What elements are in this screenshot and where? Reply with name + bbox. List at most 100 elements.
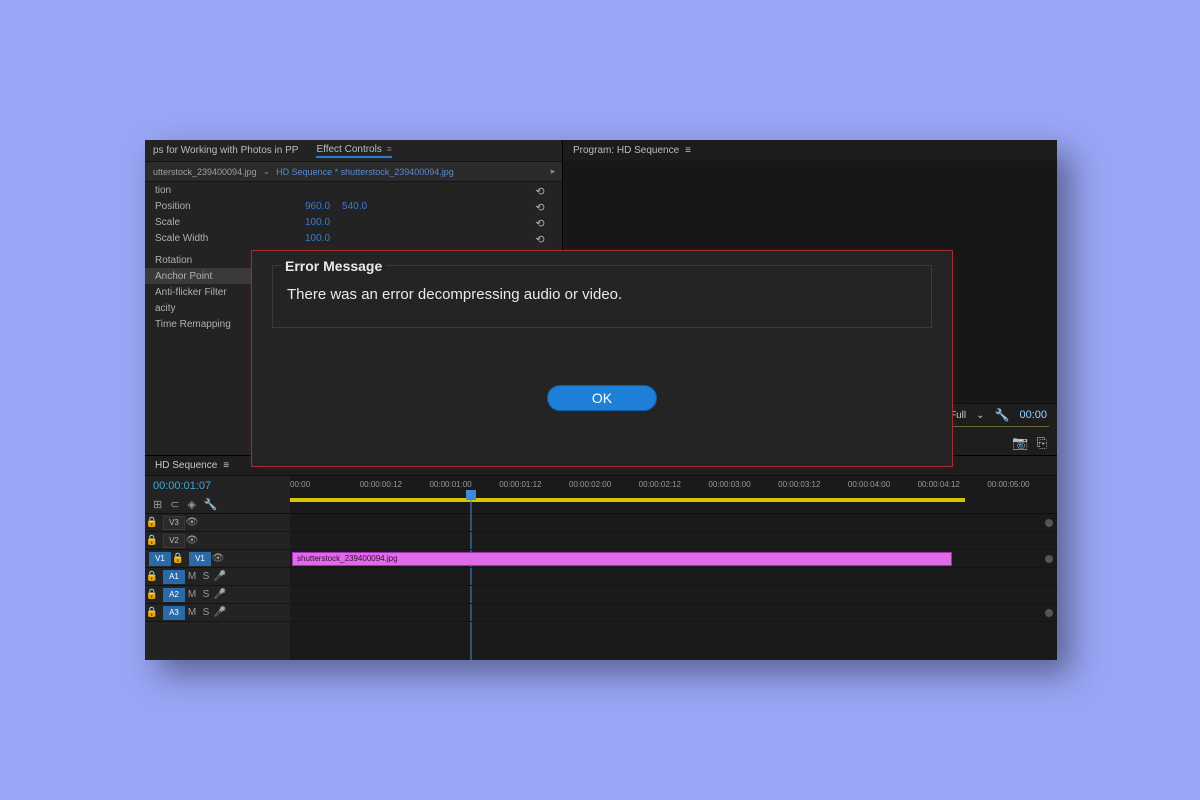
lock-icon[interactable]: 🔒	[145, 589, 159, 600]
track-target-a2[interactable]: A2	[163, 588, 185, 602]
track-header-a1[interactable]: 🔒 A1 M S 🎤	[145, 568, 290, 586]
lock-icon[interactable]: 🔒	[145, 535, 159, 546]
solo-button[interactable]: S	[199, 607, 213, 618]
track-header-v2[interactable]: 🔒 V2 👁	[145, 532, 290, 550]
track-target-v1[interactable]: V1	[189, 552, 211, 566]
error-dialog-message: There was an error decompressing audio o…	[273, 284, 931, 303]
track-header-a3[interactable]: 🔒 A3 M S 🎤	[145, 604, 290, 622]
mute-button[interactable]: M	[185, 589, 199, 600]
lock-icon[interactable]: 🔒	[171, 553, 185, 564]
source-patch-v1[interactable]: V1	[149, 552, 171, 566]
track-header-a2[interactable]: 🔒 A2 M S 🎤	[145, 586, 290, 604]
prop-value-y[interactable]: 540.0	[342, 201, 367, 212]
mute-button[interactable]: M	[185, 571, 199, 582]
voiceover-mic-icon[interactable]: 🎤	[213, 589, 227, 600]
snapshot-icon[interactable]: 📷	[1012, 435, 1028, 451]
ruler-tick-label: 00:00:05:00	[987, 480, 1057, 489]
source-sequence-clip[interactable]: HD Sequence * shutterstock_239400094.jpg	[276, 167, 454, 177]
lock-icon[interactable]: 🔒	[145, 607, 159, 618]
timeline-track-area[interactable]: 00:0000:00:00:1200:00:01:0000:00:01:1200…	[290, 476, 1057, 660]
settings-wrench-icon[interactable]: 🔧	[995, 408, 1010, 422]
clip-row-a1[interactable]	[290, 568, 1057, 586]
marker-icon[interactable]: ◈	[187, 498, 195, 511]
source-breadcrumb: utterstock_239400094.jpg ⌄ HD Sequence *…	[145, 162, 562, 182]
clip-row-v2[interactable]	[290, 532, 1057, 550]
ok-button[interactable]: OK	[547, 385, 657, 411]
clip-row-v1[interactable]: shutterstock_239400094.jpg	[290, 550, 1057, 568]
export-frame-icon[interactable]: ⎘	[1037, 435, 1047, 451]
prop-label: Scale Width	[155, 233, 305, 244]
lock-icon[interactable]: 🔒	[145, 571, 159, 582]
timeline-track-headers: 00:00:01:07 ⊞ ⊂ ◈ 🔧 🔒 V3 👁 🔒	[145, 476, 290, 660]
track-header-v1[interactable]: V1 🔒 V1 👁	[145, 550, 290, 568]
prop-value[interactable]: 100.0	[305, 233, 330, 244]
tab-tips[interactable]: ps for Working with Photos in PP	[153, 145, 298, 156]
clip-rows: shutterstock_239400094.jpg	[290, 514, 1057, 660]
ruler-tick-label: 00:00:03:12	[778, 480, 848, 489]
source-master-clip[interactable]: utterstock_239400094.jpg	[153, 167, 257, 177]
ruler-tick-label: 00:00:02:12	[639, 480, 709, 489]
tab-effect-controls-label: Effect Controls	[316, 144, 381, 155]
scroll-indicator[interactable]	[1045, 519, 1053, 527]
linked-selection-icon[interactable]: ⊂	[170, 498, 179, 511]
prop-motion[interactable]: tion	[145, 182, 562, 198]
error-groupbox: Error Message There was an error decompr…	[272, 265, 932, 328]
timeline-tool-row: ⊞ ⊂ ◈ 🔧	[145, 496, 290, 514]
tab-timeline-sequence[interactable]: HD Sequence	[155, 460, 217, 471]
eye-icon[interactable]: 👁	[185, 517, 199, 528]
snap-icon[interactable]: ⊞	[153, 498, 162, 511]
playhead[interactable]	[466, 490, 476, 500]
track-target-a1[interactable]: A1	[163, 570, 185, 584]
track-target-v2[interactable]: V2	[163, 534, 185, 548]
prop-scale[interactable]: Scale 100.0	[145, 214, 562, 230]
lock-icon[interactable]: 🔒	[145, 517, 159, 528]
error-dialog-title: Error Message	[281, 258, 386, 274]
ruler-tick-label: 00:00:01:12	[499, 480, 569, 489]
clip-row-a2[interactable]	[290, 586, 1057, 604]
current-timecode[interactable]: 00:00:01:07	[153, 480, 211, 492]
ruler-tick-label: 00:00:04:12	[918, 480, 988, 489]
eye-icon[interactable]: 👁	[211, 553, 225, 564]
scroll-indicator[interactable]	[1045, 555, 1053, 563]
chevron-down-icon[interactable]: ⌄	[263, 166, 271, 177]
prop-position[interactable]: Position 960.0 540.0	[145, 198, 562, 214]
program-out-timecode[interactable]: 00:00	[1019, 409, 1047, 421]
playhead-toggle-icon[interactable]: ▸	[544, 166, 562, 177]
video-clip[interactable]: shutterstock_239400094.jpg	[292, 552, 952, 566]
ruler-tick-label: 00:00:04:00	[848, 480, 918, 489]
panel-menu-icon[interactable]: ≡	[223, 460, 229, 471]
solo-button[interactable]: S	[199, 589, 213, 600]
eye-icon[interactable]: 👁	[185, 535, 199, 546]
prop-value-x[interactable]: 960.0	[305, 201, 330, 212]
timeline-panel: HD Sequence ≡ 00:00:01:07 ⊞ ⊂ ◈ 🔧 🔒 V3	[145, 455, 1057, 660]
ruler-tick-label: 00:00:00:12	[360, 480, 430, 489]
work-area-bar[interactable]	[290, 498, 965, 502]
prop-value[interactable]: 100.0	[305, 217, 330, 228]
program-tabbar: Program: HD Sequence ≡	[563, 140, 1057, 162]
effect-controls-tabbar: ps for Working with Photos in PP Effect …	[145, 140, 562, 162]
prop-label: Position	[155, 201, 305, 212]
error-dialog: Error Message There was an error decompr…	[251, 250, 953, 467]
mute-button[interactable]: M	[185, 607, 199, 618]
prop-label: Scale	[155, 217, 305, 228]
track-target-a3[interactable]: A3	[163, 606, 185, 620]
clip-row-a3[interactable]	[290, 604, 1057, 622]
ruler-tick-label: 00:00:02:00	[569, 480, 639, 489]
tab-effect-controls[interactable]: Effect Controls ≡	[316, 144, 391, 158]
panel-menu-icon[interactable]: ≡	[685, 145, 691, 156]
tab-program[interactable]: Program: HD Sequence	[573, 145, 679, 156]
track-target-v3[interactable]: V3	[163, 516, 185, 530]
scroll-indicator[interactable]	[1045, 609, 1053, 617]
clip-row-v3[interactable]	[290, 514, 1057, 532]
voiceover-mic-icon[interactable]: 🎤	[213, 571, 227, 582]
clip-label: shutterstock_239400094.jpg	[297, 554, 398, 563]
prop-scale-width[interactable]: Scale Width 100.0	[145, 230, 562, 246]
settings-wrench-icon[interactable]: 🔧	[204, 498, 218, 511]
panel-menu-icon[interactable]: ≡	[387, 144, 392, 154]
zoom-chevron-icon[interactable]: ⌄	[976, 410, 984, 421]
track-header-v3[interactable]: 🔒 V3 👁	[145, 514, 290, 532]
timeline-ruler[interactable]: 00:0000:00:00:1200:00:01:0000:00:01:1200…	[290, 476, 1057, 514]
timeline-timecode-row: 00:00:01:07	[145, 476, 290, 496]
solo-button[interactable]: S	[199, 571, 213, 582]
voiceover-mic-icon[interactable]: 🎤	[213, 607, 227, 618]
